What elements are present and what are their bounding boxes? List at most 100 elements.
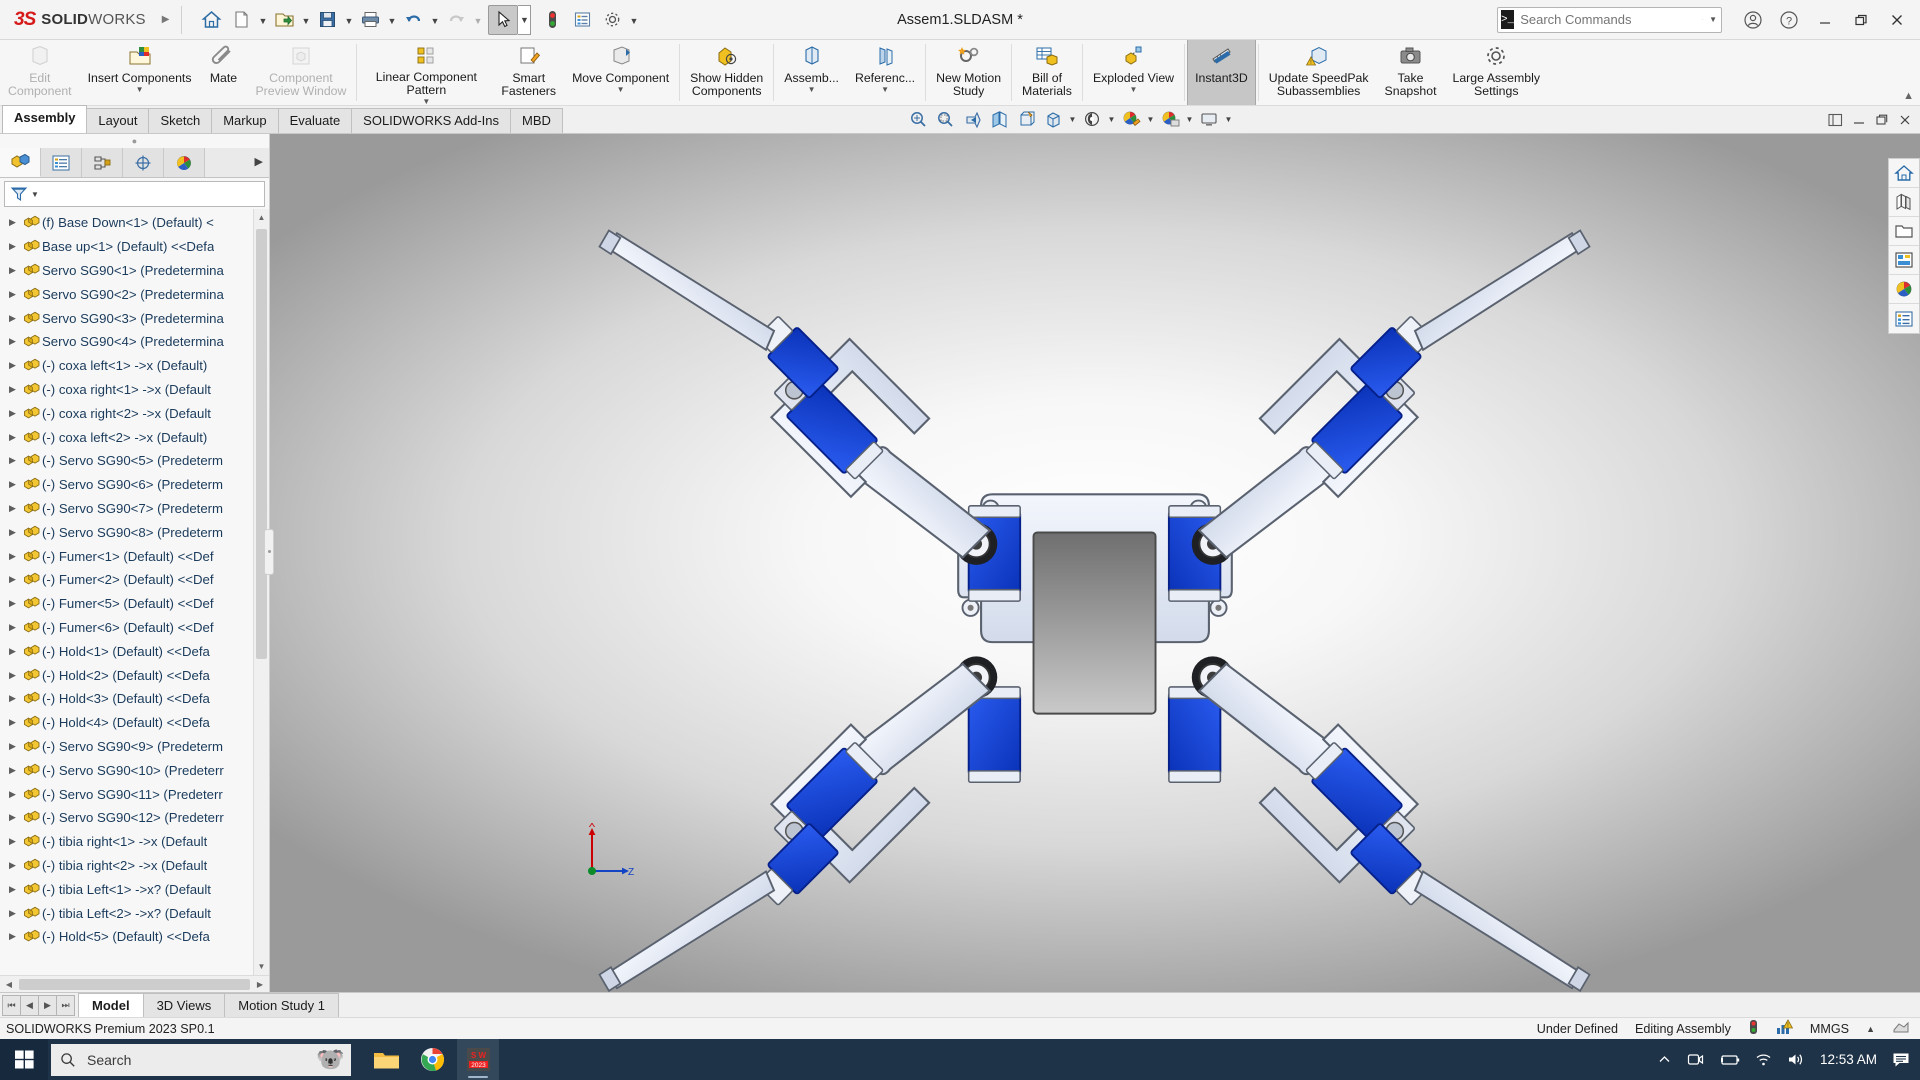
tree-item[interactable]: ▶ (-) tibia Left<2> ->x? (Default	[0, 901, 269, 925]
tree-expand-arrow-icon[interactable]: ▶	[4, 336, 21, 347]
taskbar-clock[interactable]: 12:53 AM	[1820, 1052, 1877, 1067]
tree-item[interactable]: ▶ (-) Fumer<2> (Default) <<Def	[0, 568, 269, 592]
ribbon-insert-components-button[interactable]: Insert Components ▼	[80, 40, 200, 105]
view-settings-icon[interactable]	[1196, 107, 1222, 131]
tree-item[interactable]: ▶ (-) Servo SG90<9> (Predeterm	[0, 735, 269, 759]
next-tab-icon[interactable]: ▶	[38, 994, 57, 1016]
tree-expand-arrow-icon[interactable]: ▶	[4, 693, 21, 704]
search-commands-box[interactable]: >_ ▼	[1497, 6, 1722, 33]
collapse-ribbon-icon[interactable]: ▲	[1903, 90, 1914, 102]
ribbon-new-motion-study-button[interactable]: New Motion Study	[928, 40, 1009, 105]
ribbon-dropdown-caret-icon[interactable]: ▼	[136, 86, 144, 94]
display-manager-tab[interactable]	[164, 148, 205, 177]
ribbon-dropdown-caret-icon[interactable]: ▼	[617, 86, 625, 94]
tree-item[interactable]: ▶ (-) Servo SG90<5> (Predeterm	[0, 449, 269, 473]
tree-filter-box[interactable]: ▼	[4, 181, 265, 207]
tree-item[interactable]: ▶ (f) Base Down<1> (Default) <	[0, 211, 269, 235]
dimxpert-manager-tab[interactable]	[123, 148, 164, 177]
taskbar-file-explorer-button[interactable]	[365, 1039, 407, 1080]
tree-item[interactable]: ▶ (-) Hold<2> (Default) <<Defa	[0, 663, 269, 687]
tab-solidworks-add-ins[interactable]: SOLIDWORKS Add-Ins	[351, 108, 511, 133]
tree-expand-arrow-icon[interactable]: ▶	[4, 884, 21, 895]
tree-item[interactable]: ▶ (-) coxa right<2> ->x (Default	[0, 401, 269, 425]
rebuild-icon[interactable]	[537, 5, 567, 35]
tree-item[interactable]: ▶ (-) coxa left<1> ->x (Default)	[0, 354, 269, 378]
ribbon-show-hidden-components-button[interactable]: Show Hidden Components	[682, 40, 771, 105]
display-style-caret-icon[interactable]: ▼	[1067, 107, 1078, 131]
tree-expand-arrow-icon[interactable]: ▶	[4, 384, 21, 395]
ribbon-move-component-button[interactable]: Move Component ▼	[564, 40, 677, 105]
scroll-up-arrow-icon[interactable]: ▲	[254, 209, 269, 226]
tree-item[interactable]: ▶ Servo SG90<4> (Predetermina	[0, 330, 269, 354]
taskbar-chrome-button[interactable]	[411, 1039, 453, 1080]
minimize-window-button[interactable]	[1808, 5, 1842, 35]
tree-expand-arrow-icon[interactable]: ▶	[4, 551, 21, 562]
view-orientation-icon[interactable]	[1013, 107, 1039, 131]
graphics-area[interactable]: X Z	[270, 134, 1920, 992]
close-window-button[interactable]	[1880, 5, 1914, 35]
tab-markup[interactable]: Markup	[211, 108, 279, 133]
assembly-model-view[interactable]	[270, 134, 1920, 992]
section-view-icon[interactable]	[986, 107, 1012, 131]
tree-expand-arrow-icon[interactable]: ▶	[4, 217, 21, 228]
edit-appearance-icon[interactable]	[1118, 107, 1144, 131]
tree-item[interactable]: ▶ (-) Hold<5> (Default) <<Defa	[0, 925, 269, 949]
tree-item[interactable]: ▶ Servo SG90<2> (Predetermina	[0, 282, 269, 306]
open-folder-icon[interactable]	[1889, 217, 1919, 246]
tree-expand-arrow-icon[interactable]: ▶	[4, 360, 21, 371]
tree-expand-arrow-icon[interactable]: ▶	[4, 479, 21, 490]
ribbon-update-speedpak-button[interactable]: ! Update SpeedPak Subassemblies	[1261, 40, 1377, 105]
units-selector[interactable]: MMGS	[1810, 1022, 1849, 1036]
tree-hscroll-thumb[interactable]	[19, 978, 250, 990]
taskbar-search-box[interactable]: Search 🐨	[51, 1043, 351, 1076]
bottom-tab-motion-study-1[interactable]: Motion Study 1	[224, 993, 339, 1017]
taskbar-solidworks-2023-button[interactable]: S W 2023	[457, 1039, 499, 1080]
ribbon-smart-fasteners-button[interactable]: Smart Fasteners	[493, 40, 564, 105]
tree-expand-arrow-icon[interactable]: ▶	[4, 717, 21, 728]
tree-expand-arrow-icon[interactable]: ▶	[4, 646, 21, 657]
tree-item[interactable]: ▶ (-) Fumer<5> (Default) <<Def	[0, 592, 269, 616]
tree-expand-arrow-icon[interactable]: ▶	[4, 455, 21, 466]
scroll-right-arrow-icon[interactable]: ▶	[253, 980, 267, 989]
units-caret-icon[interactable]: ▲	[1866, 1024, 1875, 1034]
open-document-caret-icon[interactable]: ▼	[299, 5, 312, 35]
ribbon-reference-geometry-button[interactable]: Referenc... ▼	[847, 40, 923, 105]
wifi-icon[interactable]	[1755, 1052, 1772, 1067]
tree-item[interactable]: ▶ (-) coxa right<1> ->x (Default	[0, 378, 269, 402]
panel-splitter-handle[interactable]	[264, 528, 274, 575]
tree-item[interactable]: ▶ (-) Servo SG90<12> (Predeterr	[0, 806, 269, 830]
hide-show-items-caret-icon[interactable]: ▼	[1106, 107, 1117, 131]
tree-expand-arrow-icon[interactable]: ▶	[4, 503, 21, 514]
ribbon-bill-of-materials-button[interactable]: Bill of Materials	[1014, 40, 1080, 105]
ribbon-linear-pattern-button[interactable]: Linear Component Pattern ▼	[359, 40, 493, 106]
action-center-icon[interactable]	[1892, 1052, 1910, 1068]
restore-document-icon[interactable]	[1875, 114, 1889, 128]
ribbon-large-assembly-settings-button[interactable]: Large Assembly Settings	[1445, 40, 1549, 105]
render-appearance-icon[interactable]	[1889, 275, 1919, 304]
bottom-tab-3d-views[interactable]: 3D Views	[142, 993, 226, 1017]
tree-item[interactable]: ▶ (-) Fumer<6> (Default) <<Def	[0, 616, 269, 640]
feature-tree[interactable]: ▶ (f) Base Down<1> (Default) < ▶ Base up<1>…	[0, 209, 269, 975]
tree-expand-arrow-icon[interactable]: ▶	[4, 289, 21, 300]
tree-expand-arrow-icon[interactable]: ▶	[4, 241, 21, 252]
custom-properties-icon[interactable]	[1889, 246, 1919, 275]
tree-expand-arrow-icon[interactable]: ▶	[4, 908, 21, 919]
featuremanager-design-tree-tab[interactable]	[0, 148, 41, 177]
ribbon-take-snapshot-button[interactable]: Take Snapshot	[1377, 40, 1445, 105]
options-gear-icon[interactable]	[597, 5, 627, 35]
minimize-document-icon[interactable]	[1852, 114, 1866, 128]
ribbon-dropdown-caret-icon[interactable]: ▼	[881, 86, 889, 94]
tree-item[interactable]: ▶ (-) Servo SG90<7> (Predeterm	[0, 497, 269, 521]
tree-item[interactable]: ▶ (-) Hold<4> (Default) <<Defa	[0, 711, 269, 735]
first-tab-icon[interactable]: ⏮	[2, 994, 21, 1016]
new-document-icon[interactable]	[226, 5, 256, 35]
open-document-icon[interactable]	[269, 5, 299, 35]
battery-icon[interactable]	[1719, 1053, 1740, 1067]
bottom-tab-model[interactable]: Model	[78, 993, 144, 1017]
scroll-left-arrow-icon[interactable]: ◀	[2, 980, 16, 989]
filter-caret-icon[interactable]: ▼	[31, 190, 39, 199]
ribbon-instant3d-button[interactable]: Instant3D	[1187, 40, 1256, 105]
tree-item[interactable]: ▶ (-) tibia right<1> ->x (Default	[0, 830, 269, 854]
tree-expand-arrow-icon[interactable]: ▶	[4, 527, 21, 538]
tree-expand-arrow-icon[interactable]: ▶	[4, 741, 21, 752]
